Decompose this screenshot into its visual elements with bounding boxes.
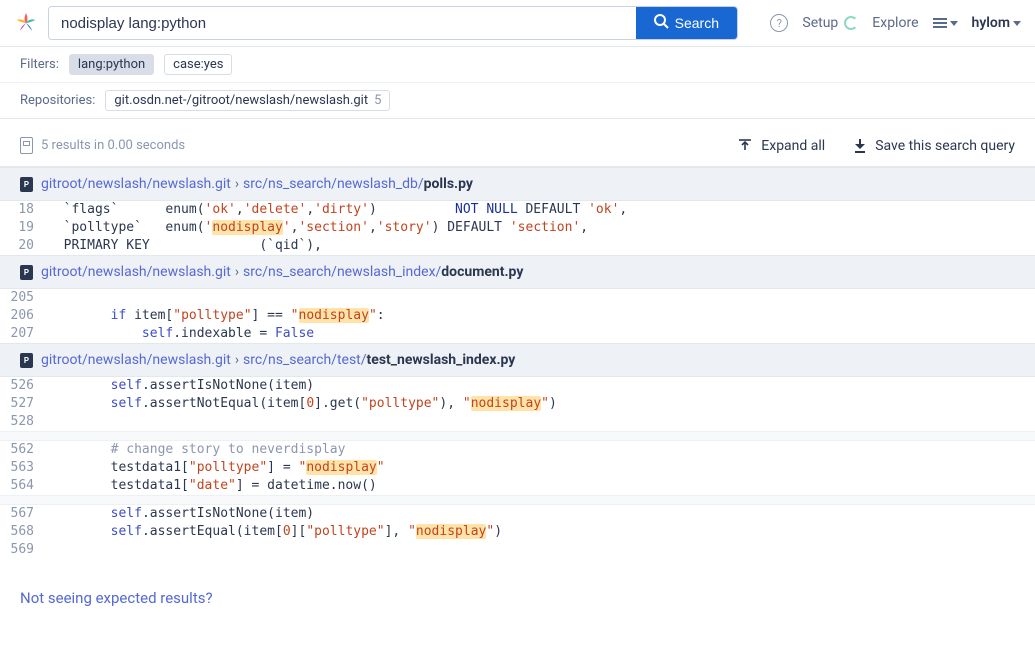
chevron-down-icon [1013, 21, 1021, 26]
file-header[interactable]: P gitroot/newslash/newslash.git›src/ns_s… [0, 255, 1035, 289]
expand-icon [737, 138, 753, 154]
repositories-label: Repositories: [20, 93, 95, 108]
calculator-icon [20, 137, 33, 154]
not-seeing-results-link[interactable]: Not seeing expected results? [0, 559, 1035, 637]
filter-chip-case[interactable]: case:yes [164, 54, 232, 75]
user-menu[interactable]: hylom [972, 15, 1022, 31]
code-block: 205 206 if item["polltype"] == "nodispla… [0, 289, 1035, 343]
search-icon [654, 14, 669, 32]
file-type-icon: P [20, 353, 33, 368]
code-gap[interactable] [0, 495, 1035, 505]
hamburger-icon [933, 18, 947, 28]
repo-chip[interactable]: git.osdn.net-/gitroot/newslash/newslash.… [105, 90, 390, 111]
setup-link[interactable]: Setup [802, 15, 858, 31]
explore-link[interactable]: Explore [872, 15, 918, 31]
expand-all-button[interactable]: Expand all [737, 138, 825, 154]
status-ring-icon [844, 16, 858, 30]
code-block: 562 # change story to neverdisplay 563 t… [0, 441, 1035, 495]
file-path: gitroot/newslash/newslash.git›src/ns_sea… [41, 176, 473, 192]
filter-chip-lang[interactable]: lang:python [69, 54, 154, 75]
setup-label: Setup [802, 15, 838, 31]
results-bar: 5 results in 0.00 seconds Expand all Sav… [0, 119, 1035, 167]
file-header[interactable]: P gitroot/newslash/newslash.git›src/ns_s… [0, 343, 1035, 377]
file-header[interactable]: P gitroot/newslash/newslash.git›src/ns_s… [0, 167, 1035, 201]
search-button[interactable]: Search [636, 7, 737, 39]
download-icon [853, 139, 867, 153]
filter-row: Filters: lang:python case:yes [0, 47, 1035, 83]
file-path: gitroot/newslash/newslash.git›src/ns_sea… [41, 352, 515, 368]
file-path: gitroot/newslash/newslash.git›src/ns_sea… [41, 264, 523, 280]
repo-chip-count: 5 [374, 93, 381, 108]
menu-button[interactable] [933, 18, 958, 28]
code-gap[interactable] [0, 431, 1035, 441]
file-type-icon: P [20, 265, 33, 280]
repositories-row: Repositories: git.osdn.net-/gitroot/news… [0, 83, 1035, 119]
chevron-down-icon [950, 21, 958, 26]
save-search-label: Save this search query [875, 138, 1015, 154]
search-input[interactable] [49, 7, 636, 39]
help-icon[interactable]: ? [770, 14, 788, 32]
logo[interactable] [14, 11, 38, 35]
code-block: 567 self.assertIsNotNone(item) 568 self.… [0, 505, 1035, 559]
username-label: hylom [972, 15, 1011, 31]
code-block: 526 self.assertIsNotNone(item) 527 self.… [0, 377, 1035, 431]
filters-label: Filters: [20, 57, 59, 72]
results-summary: 5 results in 0.00 seconds [41, 138, 185, 153]
file-type-icon: P [20, 177, 33, 192]
search-button-label: Search [675, 15, 719, 31]
code-block: 18 `flags` enum('ok','delete','dirty') N… [0, 201, 1035, 255]
expand-all-label: Expand all [761, 138, 825, 154]
save-search-button[interactable]: Save this search query [853, 138, 1015, 154]
top-header: Search ? Setup Explore hylom [0, 0, 1035, 47]
search-box: Search [48, 6, 738, 40]
repo-chip-label: git.osdn.net-/gitroot/newslash/newslash.… [114, 93, 368, 108]
